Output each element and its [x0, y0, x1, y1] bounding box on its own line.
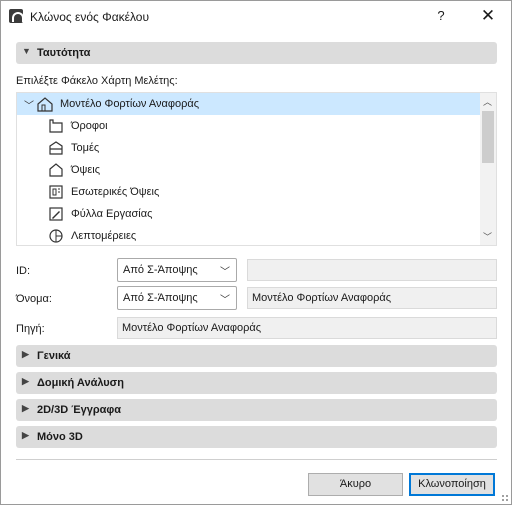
scroll-down-icon[interactable]: ﹀: [483, 230, 492, 243]
folder-tree: ﹀ Μοντέλο Φορτίων Αναφοράς Όροφοι Τομές …: [16, 92, 497, 246]
clone-button[interactable]: Κλωνοποίηση: [409, 473, 495, 496]
name-label: Όνομα:: [16, 293, 52, 305]
tree-item-interior-elevations[interactable]: Εσωτερικές Όψεις: [17, 181, 480, 203]
section-general-label: Γενικά: [37, 350, 71, 362]
chevron-down-icon: ﹀: [220, 295, 230, 306]
tree-item-sections[interactable]: Τομές: [17, 137, 480, 159]
cancel-button[interactable]: Άκυρο: [308, 473, 403, 496]
chevron-down-icon[interactable]: ﹀: [24, 97, 34, 112]
tree-item-label: Εσωτερικές Όψεις: [71, 186, 160, 198]
section-general[interactable]: ▶ Γενικά: [16, 345, 497, 367]
interior-elevation-icon: [49, 185, 63, 199]
source-label: Πηγή:: [16, 323, 45, 335]
name-source-value: Από Σ-Άποψης: [123, 292, 198, 304]
section-identity[interactable]: ▼ Ταυτότητα: [16, 42, 497, 64]
expand-arrow-icon: ▶: [22, 349, 29, 359]
section-structural[interactable]: ▶ Δομική Ανάλυση: [16, 372, 497, 394]
id-source-select[interactable]: Από Σ-Άποψης ﹀: [117, 258, 237, 282]
close-button[interactable]: ✕: [475, 5, 501, 27]
section-identity-label: Ταυτότητα: [37, 47, 91, 59]
archicad-app-icon: [9, 9, 24, 23]
tree-item-label: Λεπτομέρειες: [71, 230, 137, 242]
worksheet-icon: [49, 207, 63, 221]
clone-folder-dialog: Κλώνος ενός Φακέλου ? ✕ ▼ Ταυτότητα Επιλ…: [0, 0, 512, 505]
title-bar: Κλώνος ενός Φακέλου ? ✕: [1, 1, 511, 32]
tree-item-label: Φύλλα Εργασίας: [71, 208, 153, 220]
scroll-thumb[interactable]: [482, 111, 494, 163]
tree-item-label: Όροφοι: [71, 120, 108, 132]
expand-arrow-icon: ▶: [22, 430, 29, 440]
folder-select-prompt: Επιλέξτε Φάκελο Χάρτη Μελέτης:: [16, 75, 178, 87]
expand-arrow-icon: ▼: [22, 46, 31, 56]
tree-scrollbar[interactable]: ︿ ﹀: [480, 93, 496, 245]
name-field-value: Μοντέλο Φορτίων Αναφοράς: [252, 292, 392, 304]
id-label: ID:: [16, 265, 31, 277]
expand-arrow-icon: ▶: [22, 376, 29, 386]
house-icon: [37, 97, 53, 112]
section-documents-label: 2D/3D Έγγραφα: [37, 404, 122, 416]
elevation-icon: [49, 163, 63, 177]
detail-icon: [49, 229, 63, 243]
section-structural-label: Δομική Ανάλυση: [37, 377, 124, 389]
scroll-up-icon[interactable]: ︿: [483, 95, 492, 108]
name-source-select[interactable]: Από Σ-Άποψης ﹀: [117, 286, 237, 310]
section-documents[interactable]: ▶ 2D/3D Έγγραφα: [16, 399, 497, 421]
source-field-value: Μοντέλο Φορτίων Αναφοράς: [122, 322, 262, 334]
section-icon: [49, 141, 63, 155]
floor-plan-icon: [49, 119, 63, 133]
tree-item-label: Μοντέλο Φορτίων Αναφοράς: [60, 98, 200, 110]
chevron-down-icon: ﹀: [220, 267, 230, 278]
tree-item-worksheets[interactable]: Φύλλα Εργασίας: [17, 203, 480, 225]
footer-divider: [16, 459, 497, 460]
section-only3d-label: Μόνο 3D: [37, 431, 83, 443]
name-field[interactable]: Μοντέλο Φορτίων Αναφοράς: [247, 287, 497, 309]
tree-item-root[interactable]: ﹀ Μοντέλο Φορτίων Αναφοράς: [17, 93, 480, 115]
tree-item-floors[interactable]: Όροφοι: [17, 115, 480, 137]
section-only3d[interactable]: ▶ Μόνο 3D: [16, 426, 497, 448]
tree-item-label: Τομές: [71, 142, 100, 154]
tree-item-elevations[interactable]: Όψεις: [17, 159, 480, 181]
source-field: Μοντέλο Φορτίων Αναφοράς: [117, 317, 497, 339]
tree-item-label: Όψεις: [71, 164, 101, 176]
window-title: Κλώνος ενός Φακέλου: [30, 10, 150, 24]
tree-item-details[interactable]: Λεπτομέρειες: [17, 225, 480, 245]
id-field[interactable]: [247, 259, 497, 281]
expand-arrow-icon: ▶: [22, 403, 29, 413]
resize-grip[interactable]: [501, 494, 509, 502]
help-button[interactable]: ?: [433, 8, 449, 23]
id-source-value: Από Σ-Άποψης: [123, 264, 198, 276]
